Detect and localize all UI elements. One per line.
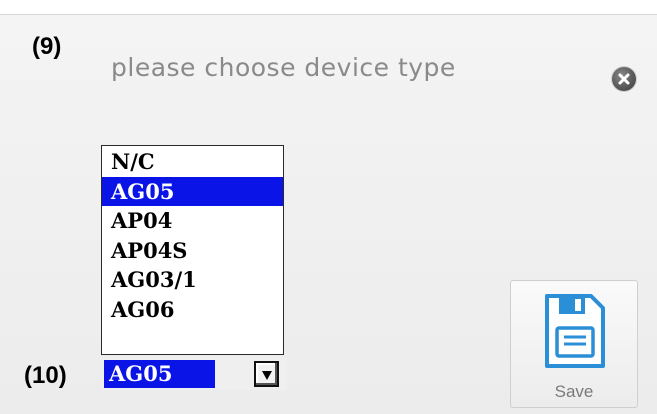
save-button[interactable]: Save (510, 280, 638, 408)
list-item-ag05[interactable]: AG05 (102, 176, 283, 207)
screenshot-canvas: Save (9) please choose device type N/C A… (0, 0, 657, 414)
floppy-disk-icon (545, 294, 605, 368)
select-arrow-button[interactable] (254, 361, 279, 387)
list-item-ag06[interactable]: AG06 (102, 295, 283, 325)
device-type-listbox[interactable]: N/C AG05 AP04 AP04S AG03/1 AG06 (101, 145, 284, 355)
list-item-ap04s[interactable]: AP04S (102, 236, 283, 266)
dialog-title: please choose device type (111, 53, 456, 82)
close-button[interactable] (612, 67, 636, 91)
annotation-label-9: (9) (32, 33, 62, 60)
list-item-ap04[interactable]: AP04 (102, 206, 283, 236)
list-item-nc[interactable]: N/C (102, 147, 283, 177)
select-current-value: AG05 (104, 360, 215, 388)
close-icon (618, 73, 630, 85)
list-item-ag03-1[interactable]: AG03/1 (102, 265, 283, 295)
annotation-label-10: (10) (24, 362, 67, 389)
device-type-select[interactable]: AG05 (101, 358, 287, 390)
dropdown-arrow-icon (262, 371, 272, 380)
save-button-label: Save (554, 382, 594, 401)
